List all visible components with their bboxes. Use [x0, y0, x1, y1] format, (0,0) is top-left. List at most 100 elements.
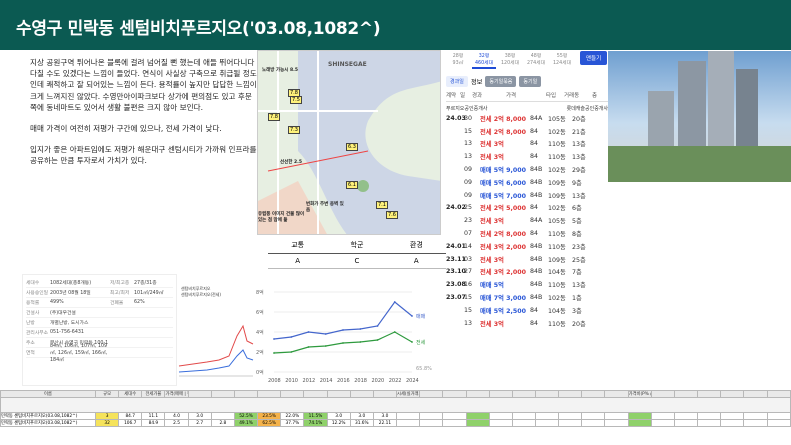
deal-t: 84B — [530, 242, 543, 250]
tab-size[interactable]: 28평 93㎡ — [446, 51, 470, 69]
table-header-cell — [511, 390, 536, 398]
deal-p: 전세 2억 8,000 — [480, 128, 527, 136]
data-point — [342, 329, 344, 331]
table-header-cell — [650, 390, 675, 398]
deal-d: 15 — [464, 127, 473, 135]
table-cell — [604, 412, 629, 420]
table-cell: 74.1% — [303, 419, 328, 427]
table-header-cell — [257, 390, 282, 398]
deal-ym: 24.01 — [446, 242, 466, 250]
tab-size[interactable]: 48평 274세대 — [524, 51, 548, 69]
table-cell: 3.0 — [326, 412, 351, 420]
table-header-cell — [187, 390, 212, 398]
map-score-pin[interactable]: 7.5 — [290, 96, 302, 104]
tab-size[interactable]: 32평 460세대 — [472, 51, 496, 69]
x-tick-label: 2018 — [354, 378, 367, 384]
deal-row[interactable]: 09 매매 5억 6,000 84B 109동 9층 — [446, 176, 608, 189]
deal-t: 84 — [530, 127, 539, 135]
deal-d: 13 — [464, 140, 473, 148]
deal-t: 84A — [530, 217, 543, 225]
table-cell — [534, 412, 560, 420]
tab-size[interactable]: 38평 120세대 — [498, 51, 522, 69]
table-cell — [442, 412, 467, 420]
deal-t: 84B — [530, 294, 543, 302]
table-cell: 106.7 — [118, 419, 143, 427]
deal-t: 84 — [530, 204, 539, 212]
deal-row[interactable]: 23.08 16 매매 5억 84B 110동 13층 — [446, 278, 608, 291]
table-header-cell — [349, 390, 374, 398]
table-cell — [465, 412, 490, 420]
deal-row[interactable]: 13 전세 3억 84 110동 13층 — [446, 138, 608, 151]
deal-d: 25 — [464, 204, 473, 212]
deal-list-panel: 28평 93㎡ 32평 460세대 38평 120세대 48평 274세대 55평 124… — [446, 51, 608, 391]
data-point — [342, 342, 344, 344]
table-cell: 민락동 센텀비치푸르지오(03.08,1082^) — [0, 419, 96, 427]
table-header-cell — [326, 390, 351, 398]
deal-row[interactable]: 13 전세 3억 84 110동 20층 — [446, 317, 608, 330]
filter-elapsed[interactable]: 경과일 — [446, 75, 468, 87]
deal-row[interactable]: 13 전세 3억 84 110동 13층 — [446, 150, 608, 163]
table-header-cell — [210, 390, 235, 398]
score-value: C — [327, 253, 387, 269]
info-value: 051-756-6431 — [50, 330, 84, 335]
info-key: 건설사 — [26, 311, 40, 316]
deal-row[interactable]: 09 매매 5억 7,000 84B 109동 13층 — [446, 189, 608, 202]
table-cell: 32 — [94, 419, 120, 427]
deal-row[interactable]: 15 전세 2억 8,000 84 102동 21층 — [446, 125, 608, 138]
alarm-button[interactable]: 맨들기 — [580, 51, 608, 65]
map-score-pin[interactable]: 7.1 — [376, 201, 388, 209]
deal-row[interactable]: 24.02 25 전세 2억 5,000 84 102동 6층 — [446, 202, 608, 215]
deal-d: 23 — [464, 217, 473, 225]
map-score-pin[interactable]: 7.6 — [386, 211, 398, 219]
y-tick-label: 6억 — [256, 309, 264, 316]
deal-s: 5층 — [572, 218, 582, 226]
agent-name[interactable]: 롯데캐슬공인중개사 — [567, 105, 608, 112]
deal-row[interactable]: 23 전세 3억 84A 105동 5층 — [446, 214, 608, 227]
deal-f: 110동 — [548, 243, 566, 251]
filter-info[interactable]: 정보 — [471, 77, 483, 86]
deal-p: 전세 3억 2,000 — [480, 269, 527, 277]
map-score-pin[interactable]: 6.3 — [346, 143, 358, 151]
table-cell — [743, 412, 768, 420]
table-header-cell — [581, 390, 606, 398]
deal-row[interactable]: 23.11 03 전세 3억 84B 109동 25층 — [446, 253, 608, 266]
apartment-photo — [608, 51, 791, 182]
deal-p: 매매 5억 2,500 — [480, 307, 527, 315]
deal-f: 105동 — [548, 115, 566, 123]
table-header-cell — [442, 390, 467, 398]
map-score-pin[interactable]: 7.8 — [268, 113, 280, 121]
filter-group[interactable]: 동기일묶음 — [485, 75, 517, 87]
tab-size[interactable]: 55평 124세대 — [550, 51, 574, 69]
deal-row[interactable]: 24.03 30 전세 2억 8,000 84A 105동 20층 — [446, 112, 608, 125]
info-value: 27층/31층 — [134, 281, 157, 286]
deal-row[interactable]: 09 매매 5억 9,000 84B 102동 29층 — [446, 163, 608, 176]
deal-d: 14 — [464, 242, 473, 250]
series-label: 전세 — [416, 339, 426, 346]
deal-row[interactable]: 07 전세 2억 8,000 84 110동 8층 — [446, 227, 608, 240]
info-key: 관리사무소 — [26, 331, 49, 336]
deal-f: 110동 — [548, 141, 566, 149]
table-cell — [673, 412, 699, 420]
deal-row[interactable]: 23.10 27 전세 3억 2,000 84B 104동 7층 — [446, 266, 608, 279]
table-cell: 3 — [94, 412, 120, 420]
location-map[interactable]: SHINSEGAE 7.8 7.5 7.8 7.3 6.3 6.1 7.1 7.… — [257, 50, 441, 235]
agent-name[interactable]: 푸르지오공인중개사 — [446, 105, 487, 112]
deal-t: 84A — [530, 114, 543, 122]
deal-ym: 23.10 — [446, 268, 466, 276]
deal-f: 110동 — [548, 282, 566, 290]
deal-p: 전세 3억 — [480, 256, 504, 264]
deal-s: 13층 — [572, 154, 586, 162]
info-row: 사용승인일 2003년 08월 18일 최고/최저 101㎡/249㎡ — [26, 288, 173, 298]
jeonse-ratio-label: 65.8% — [416, 366, 432, 372]
map-score-pin[interactable]: 6.1 — [346, 181, 358, 189]
deal-row[interactable]: 24.01 14 전세 3억 2,000 84B 110동 23층 — [446, 240, 608, 253]
deal-row[interactable]: 23.07 15 매매 7억 3,000 84B 102동 1층 — [446, 291, 608, 304]
table-cell — [581, 412, 606, 420]
table-cell: 2.5 — [164, 419, 189, 427]
table-cell — [442, 419, 467, 427]
deal-row[interactable]: 15 매매 5억 2,500 84 104동 3층 — [446, 304, 608, 317]
filter-sync[interactable]: 동기일 — [519, 75, 542, 87]
table-header-cell — [280, 390, 305, 398]
map-score-pin[interactable]: 7.3 — [288, 126, 300, 134]
deal-t: 84B — [530, 255, 543, 263]
